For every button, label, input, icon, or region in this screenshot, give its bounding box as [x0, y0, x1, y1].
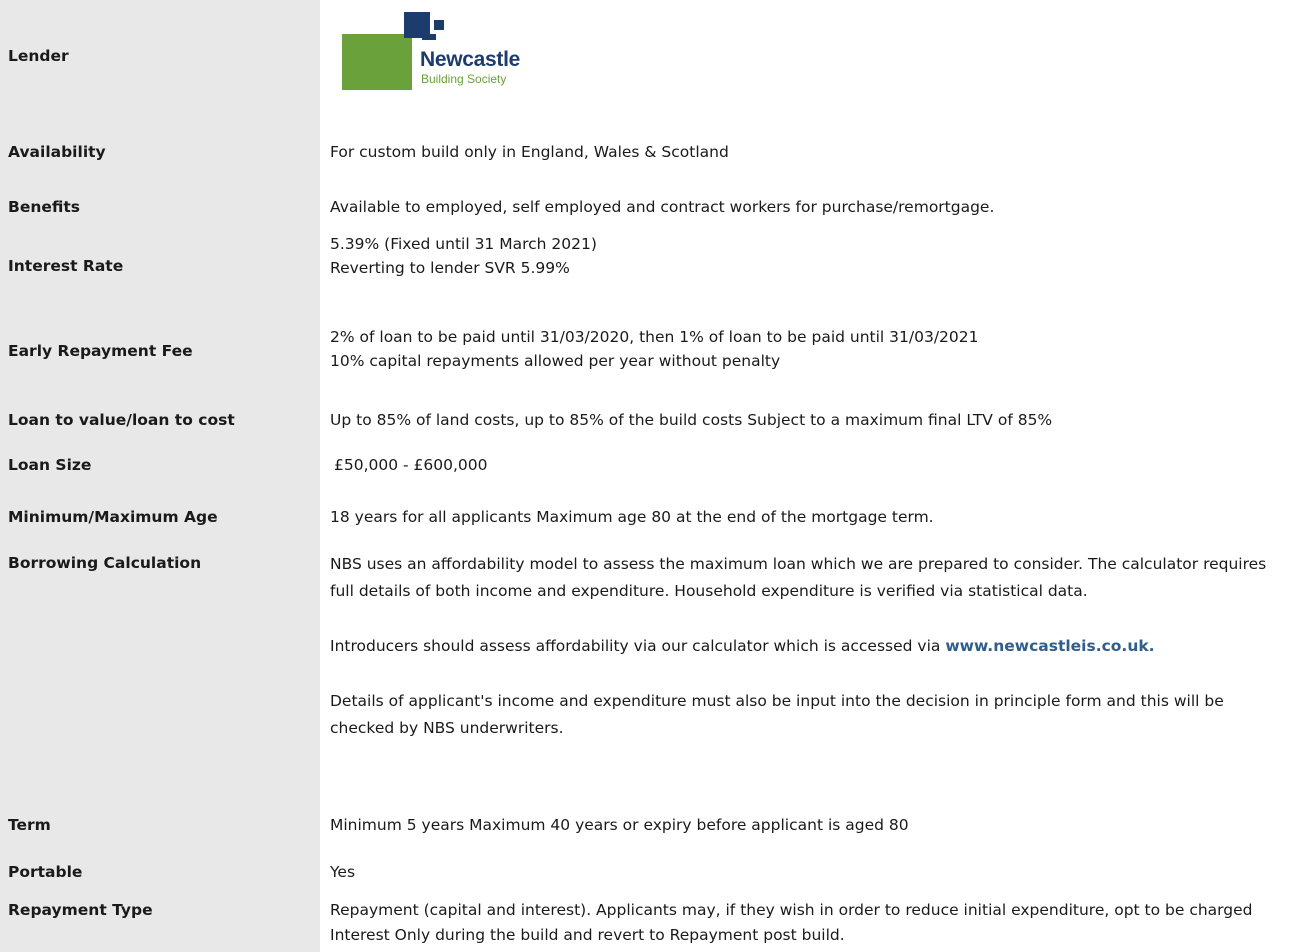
logo-subtitle: Building Society: [421, 72, 507, 86]
value-repayment-type: Repayment (capital and interest). Applic…: [330, 901, 1253, 944]
value-early-repayment: 2% of loan to be paid until 31/03/2020, …: [330, 325, 1292, 373]
label-interest-rate: Interest Rate: [8, 257, 124, 275]
early-repayment-line2: 10% capital repayments allowed per year …: [330, 352, 781, 370]
interest-rate-line1: 5.39% (Fixed until 31 March 2021): [330, 235, 597, 253]
label-repayment-type: Repayment Type: [8, 901, 153, 919]
label-borrowing: Borrowing Calculation: [8, 554, 202, 572]
value-benefits: Available to employed, self employed and…: [330, 198, 995, 216]
label-ltv: Loan to value/loan to cost: [8, 411, 235, 429]
value-availability: For custom build only in England, Wales …: [330, 143, 729, 161]
value-age: 18 years for all applicants Maximum age …: [330, 508, 934, 526]
early-repayment-line1: 2% of loan to be paid until 31/03/2020, …: [330, 328, 979, 346]
value-portable: Yes: [330, 863, 356, 881]
logo-name: Newcastle: [420, 48, 521, 71]
interest-rate-line2: Reverting to lender SVR 5.99%: [330, 259, 570, 277]
label-age: Minimum/Maximum Age: [8, 508, 218, 526]
newcastleis-link[interactable]: www.newcastleis.co.uk.: [945, 637, 1154, 655]
label-term: Term: [8, 816, 51, 834]
mortgage-details-table: Lender Newcastle Building Society Availa…: [0, 0, 1297, 952]
label-portable: Portable: [8, 863, 83, 881]
label-availability: Availability: [8, 143, 106, 161]
value-loan-size: £50,000 - £600,000: [334, 456, 488, 474]
borrowing-para2: Introducers should assess affordability …: [330, 633, 1292, 660]
label-lender: Lender: [8, 47, 69, 65]
label-early-repayment: Early Repayment Fee: [8, 342, 193, 360]
newcastle-logo: Newcastle Building Society: [342, 10, 572, 92]
value-ltv: Up to 85% of land costs, up to 85% of th…: [330, 411, 1053, 429]
borrowing-para2-text: Introducers should assess affordability …: [330, 637, 946, 655]
borrowing-para3: Details of applicant's income and expend…: [330, 692, 1224, 737]
borrowing-para1: NBS uses an affordability model to asses…: [330, 555, 1267, 600]
value-term: Minimum 5 years Maximum 40 years or expi…: [330, 816, 909, 834]
label-benefits: Benefits: [8, 198, 80, 216]
label-loan-size: Loan Size: [8, 456, 92, 474]
value-interest-rate: 5.39% (Fixed until 31 March 2021) Revert…: [330, 232, 1292, 280]
value-borrowing: NBS uses an affordability model to asses…: [330, 551, 1292, 742]
